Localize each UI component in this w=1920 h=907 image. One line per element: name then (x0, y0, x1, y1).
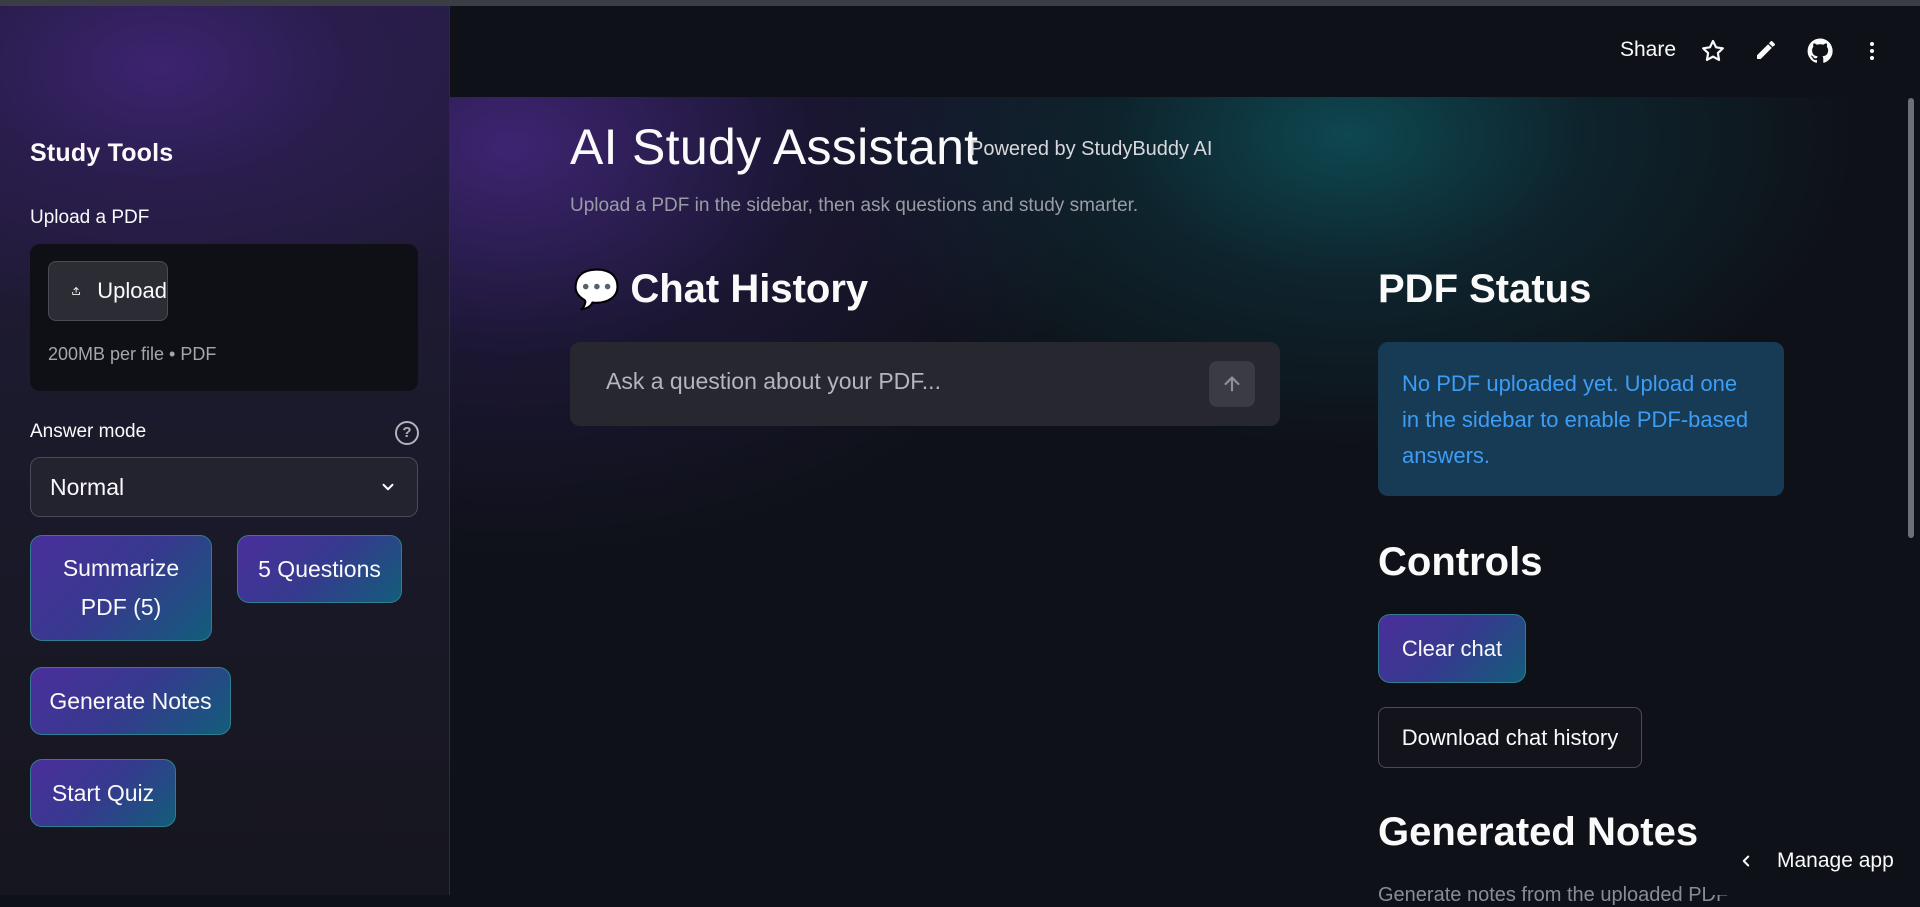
chat-history-title: Chat History (630, 267, 869, 311)
five-questions-label: 5 Questions (258, 555, 381, 582)
answer-mode-label: Answer mode (30, 421, 147, 442)
manage-app-button[interactable]: Manage app (1705, 826, 1920, 895)
start-quiz-button[interactable]: Start Quiz (30, 759, 176, 827)
pdf-status-heading: PDF Status (1378, 267, 1592, 311)
pdf-status-info: No PDF uploaded yet. Upload one in the s… (1378, 342, 1784, 496)
share-button[interactable]: Share (1620, 38, 1676, 62)
help-icon[interactable]: ? (395, 421, 419, 445)
main-scrollbar[interactable] (1908, 98, 1914, 538)
clear-chat-label: Clear chat (1401, 636, 1503, 661)
window-top-bar (0, 0, 1920, 6)
generated-notes-caption: Generate notes from the uploaded PDF (1378, 884, 1729, 906)
answer-mode-select[interactable]: Normal (30, 457, 418, 517)
pencil-icon[interactable] (1754, 38, 1778, 62)
chat-input[interactable]: Ask a question about your PDF... (570, 342, 1280, 426)
upload-label: Upload a PDF (30, 207, 150, 228)
clear-chat-button[interactable]: Clear chat (1378, 614, 1526, 683)
speech-bubble-icon: 💬 (573, 269, 621, 311)
sidebar: Study Tools Upload a PDF Upload 200MB pe… (0, 6, 450, 895)
page-caption: Upload a PDF in the sidebar, then ask qu… (570, 195, 1139, 216)
sidebar-title: Study Tools (30, 139, 174, 167)
upload-button[interactable]: Upload (48, 261, 168, 321)
star-icon[interactable] (1700, 38, 1726, 64)
manage-app-label: Manage app (1777, 848, 1894, 872)
upload-hint: 200MB per file • PDF (48, 344, 217, 364)
more-vertical-icon[interactable] (1860, 38, 1884, 64)
download-chat-label: Download chat history (1401, 724, 1619, 750)
upload-button-label: Upload (97, 278, 167, 303)
chevron-down-icon (382, 483, 394, 491)
page-title: AI Study Assistant (570, 119, 979, 175)
generate-notes-button[interactable]: Generate Notes (30, 667, 231, 735)
chat-input-placeholder: Ask a question about your PDF... (606, 368, 941, 394)
summarize-pdf-button[interactable]: Summarize PDF (5) (30, 535, 212, 641)
summarize-pdf-label: Summarize PDF (5) (62, 555, 180, 620)
controls-heading: Controls (1378, 540, 1543, 584)
send-button[interactable] (1209, 361, 1255, 407)
chat-history-heading: 💬 Chat History (573, 267, 868, 312)
generated-notes-heading: Generated Notes (1378, 810, 1699, 854)
generate-notes-label: Generate Notes (49, 687, 212, 714)
upload-icon (72, 287, 81, 295)
arrow-up-icon (1224, 376, 1240, 392)
chevron-left-icon (1742, 855, 1750, 866)
five-questions-button[interactable]: 5 Questions (237, 535, 402, 603)
answer-mode-value: Normal (50, 473, 125, 500)
file-uploader[interactable]: Upload 200MB per file • PDF (30, 244, 418, 391)
page-subtitle: Powered by StudyBuddy AI (970, 138, 1213, 160)
github-icon[interactable] (1807, 38, 1833, 64)
start-quiz-label: Start Quiz (51, 779, 155, 806)
download-chat-history-button[interactable]: Download chat history (1378, 707, 1642, 768)
